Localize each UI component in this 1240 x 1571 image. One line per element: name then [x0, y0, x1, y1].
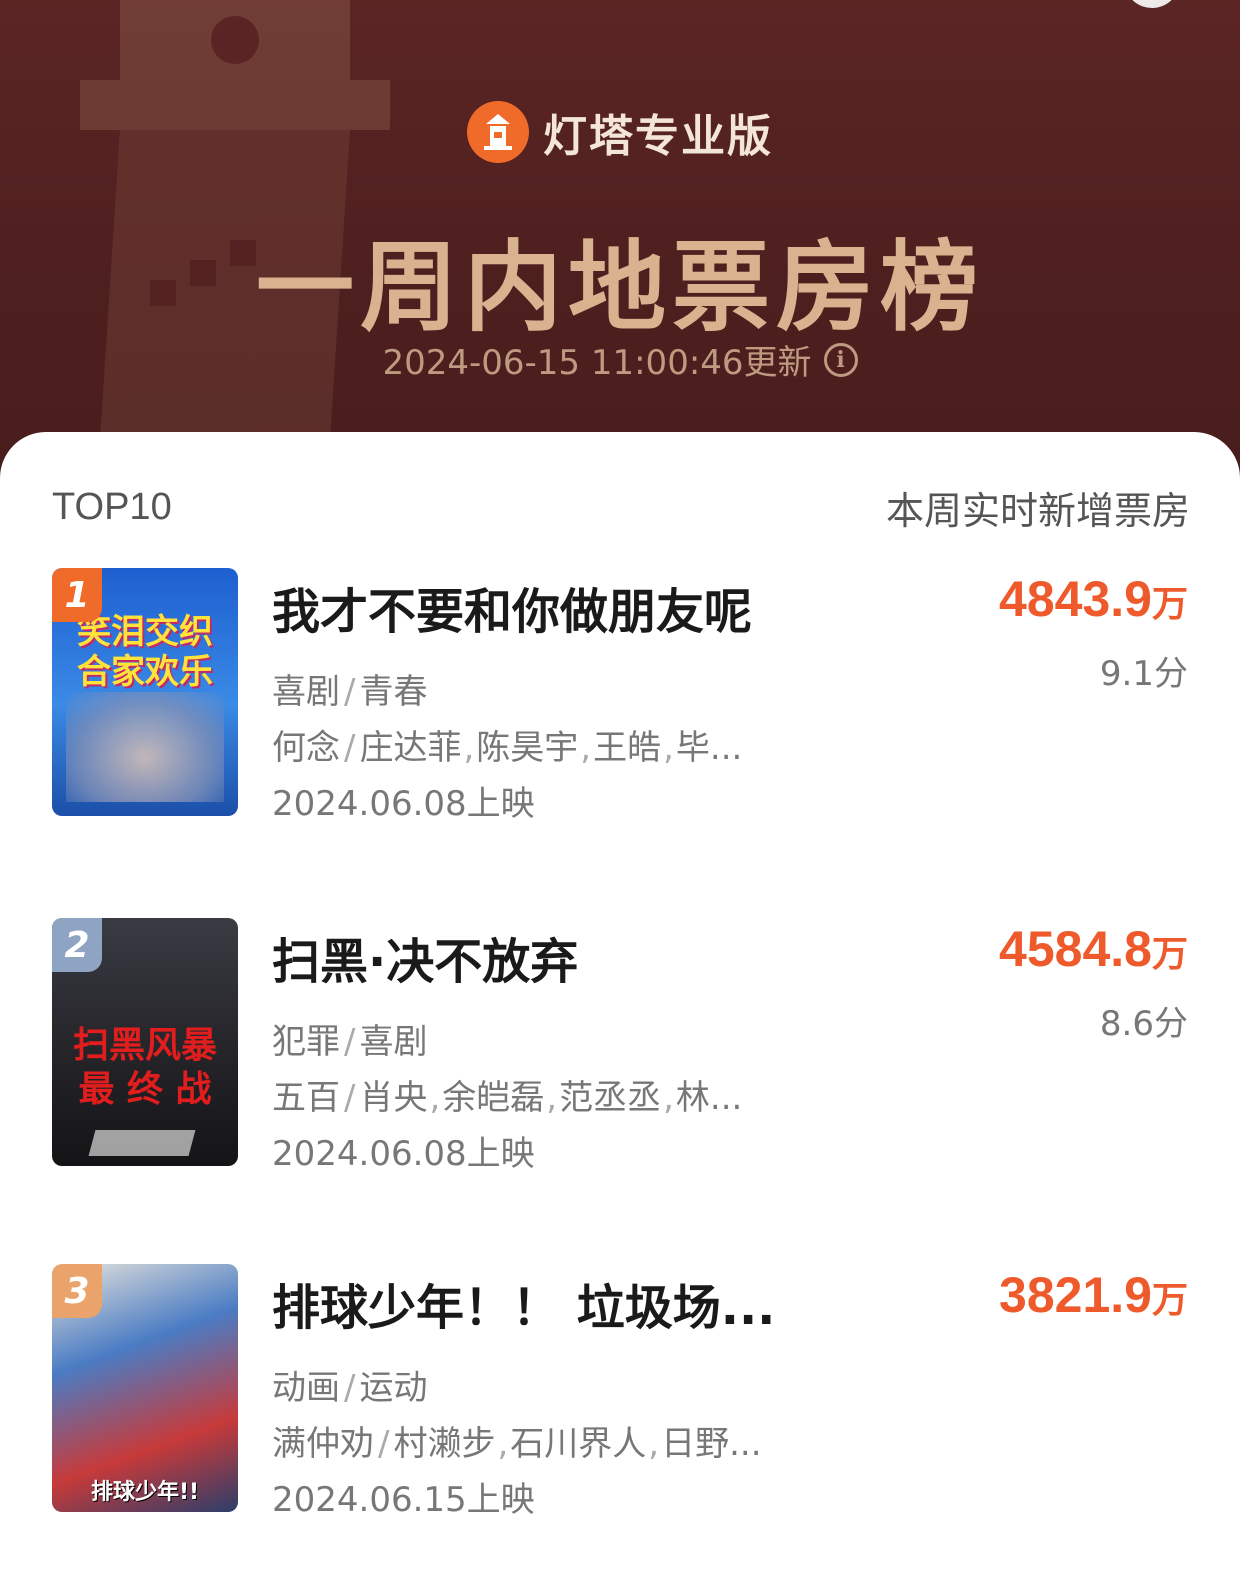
actor: 王皓: [593, 728, 662, 768]
poster-caption: 扫黑风暴: [72, 1025, 217, 1066]
release-date: 2024.06.15上映: [272, 1480, 535, 1520]
release-date: 2024.06.08上映: [272, 784, 535, 824]
update-time: 2024-06-15 11:00:46更新 i: [0, 335, 1240, 384]
list-header: TOP10 本周实时新增票房: [52, 480, 1190, 535]
genre: 犯罪: [272, 1022, 340, 1062]
box-office-unit: 万: [1151, 1280, 1188, 1321]
movie-title[interactable]: 我才不要和你做朋友呢: [272, 572, 752, 642]
page-title: 一周内地票房榜: [255, 231, 984, 345]
actor: 余皑磊: [442, 1078, 545, 1118]
movie-poster[interactable]: 扫黑风暴 最 终 战 2: [52, 918, 238, 1166]
rank-badge: 2: [52, 918, 102, 972]
genre: 动画: [272, 1368, 340, 1408]
movie-genres: 动画 / 运动: [272, 1368, 428, 1408]
movie-cast: 五百 / 肖央,余皑磊,范丞丞,林...: [272, 1078, 743, 1118]
ranking-card: TOP10 本周实时新增票房 笑泪交织 合家欢乐 1 我才不要和你做朋友呢 喜剧…: [0, 432, 1240, 1571]
header-banner: 灯塔专业版 一周内地票房榜 2024-06-15 11:00:46更新 i: [0, 0, 1240, 470]
poster-caption: 排球少年!!: [90, 1480, 200, 1505]
column-label: 本周实时新增票房: [885, 489, 1190, 533]
info-icon[interactable]: i: [823, 342, 858, 377]
movie-poster[interactable]: 笑泪交织 合家欢乐 1: [52, 568, 238, 816]
movie-cast: 何念 / 庄达菲,陈昊宇,王皓,毕...: [272, 728, 743, 768]
box-office: 4843.9万: [999, 570, 1188, 628]
box-office-value: 4584.8: [999, 921, 1152, 977]
release-date: 2024.06.08上映: [272, 1134, 535, 1174]
top-label: TOP10: [52, 486, 172, 528]
lighthouse-logo-icon: [467, 101, 529, 163]
actor: 范丞丞: [559, 1078, 662, 1118]
actor: 庄达菲: [359, 728, 462, 768]
actor: 石川界人: [510, 1424, 647, 1464]
box-office: 4584.8万: [999, 920, 1188, 978]
actor: 林...: [675, 1078, 743, 1118]
update-time-text: 2024-06-15 11:00:46更新: [382, 343, 812, 383]
genre: 喜剧: [272, 672, 340, 712]
brand-name: 灯塔专业版: [543, 111, 773, 162]
actor: 肖央: [359, 1078, 428, 1118]
actor: 毕...: [675, 728, 743, 768]
brand: 灯塔专业版: [0, 100, 1240, 164]
movie-cast: 满仲劝 / 村濑步,石川界人,日野...: [272, 1424, 762, 1464]
movie-title[interactable]: 排球少年！！ 垃圾场...: [272, 1268, 775, 1338]
movie-poster[interactable]: 排球少年!! 3: [52, 1264, 238, 1512]
movie-row[interactable]: 排球少年!! 3 排球少年！！ 垃圾场... 动画 / 运动 满仲劝 / 村濑步,石川界…: [0, 1264, 1240, 1524]
director: 何念: [272, 728, 340, 768]
movie-genres: 犯罪 / 喜剧: [272, 1022, 428, 1062]
box-office-unit: 万: [1151, 584, 1188, 625]
corner-button[interactable]: [1124, 0, 1180, 8]
movie-genres: 喜剧 / 青春: [272, 672, 428, 712]
movie-row[interactable]: 笑泪交织 合家欢乐 1 我才不要和你做朋友呢 喜剧 / 青春 何念 / 庄达菲,陈昊宇,…: [0, 568, 1240, 828]
box-office: 3821.9万: [999, 1266, 1188, 1324]
box-office-value: 4843.9: [999, 571, 1152, 627]
rank-badge: 1: [52, 568, 102, 622]
actor: 陈昊宇: [476, 728, 579, 768]
poster-caption: 最 终 战: [78, 1069, 212, 1110]
movie-title[interactable]: 扫黑·决不放弃: [272, 922, 578, 992]
box-office-value: 3821.9: [999, 1267, 1152, 1323]
genre: 运动: [359, 1368, 428, 1408]
movie-score: 8.6分: [1099, 1004, 1188, 1044]
genre: 喜剧: [359, 1022, 428, 1062]
director: 满仲劝: [272, 1424, 374, 1464]
movie-row[interactable]: 扫黑风暴 最 终 战 2 扫黑·决不放弃 犯罪 / 喜剧 五百 / 肖央,余皑磊,范丞丞…: [0, 918, 1240, 1178]
box-office-unit: 万: [1151, 934, 1188, 975]
rank-badge: 3: [52, 1264, 102, 1318]
director: 五百: [272, 1078, 340, 1118]
poster-caption: 合家欢乐: [77, 652, 213, 692]
actor: 村濑步: [393, 1424, 496, 1464]
actor: 日野...: [661, 1424, 762, 1464]
genre: 青春: [359, 672, 428, 712]
movie-score: 9.1分: [1099, 654, 1188, 694]
